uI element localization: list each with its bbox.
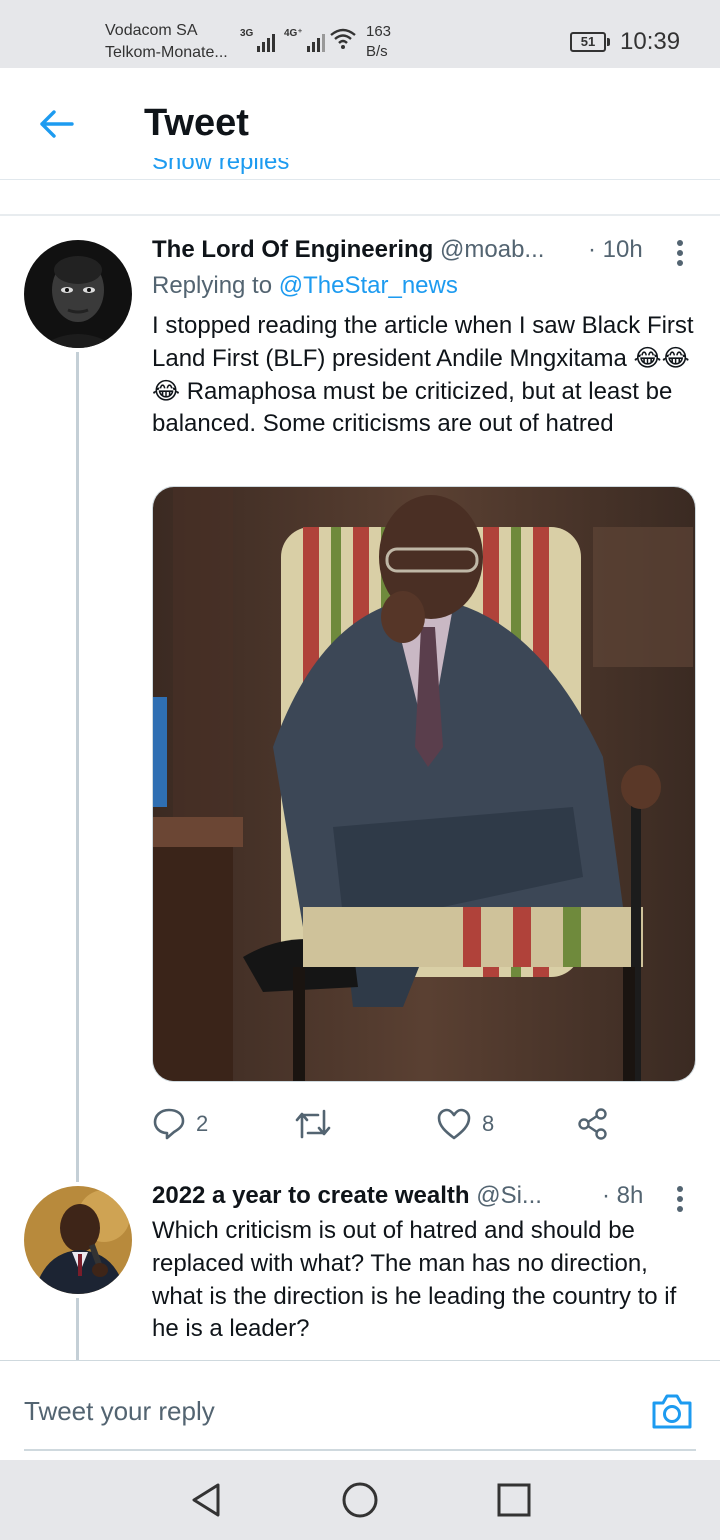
retweet-button[interactable]	[294, 1100, 342, 1148]
show-replies-label: Show replies	[152, 158, 290, 175]
network-type-2: 4G⁺	[284, 28, 303, 39]
battery-level: 51	[580, 34, 596, 49]
system-nav-bar	[0, 1460, 720, 1540]
speed-value: 163	[366, 23, 392, 40]
home-circle-icon[interactable]	[340, 1480, 380, 1520]
reply-icon	[153, 1108, 185, 1140]
network-speed: 163 B/s	[366, 22, 391, 62]
status-time: 10:39	[620, 28, 681, 55]
tweet-time: · 8h	[602, 1182, 644, 1209]
more-options-icon[interactable]	[674, 1184, 686, 1214]
replying-prefix: Replying to	[152, 272, 273, 299]
top-app-bar: Tweet	[0, 68, 720, 180]
divider	[0, 214, 720, 216]
wifi-icon	[330, 28, 356, 49]
input-underline	[24, 1449, 696, 1451]
like-button[interactable]: 8	[436, 1100, 494, 1148]
more-options-icon[interactable]	[674, 238, 686, 268]
tweet-header: The Lord Of Engineering @moab...	[152, 236, 544, 264]
tweet-time: · 10h	[588, 236, 643, 263]
share-button[interactable]	[576, 1100, 610, 1148]
tweet-actions: 2 8	[152, 1100, 652, 1148]
arrow-left-icon[interactable]	[36, 104, 76, 144]
back-triangle-icon[interactable]	[186, 1480, 226, 1520]
signal-4g-icon: 4G⁺	[284, 28, 325, 52]
reply-input[interactable]	[24, 1391, 624, 1431]
replying-to: Replying to @TheStar_news	[152, 272, 458, 300]
network-type-1: 3G	[240, 28, 254, 39]
replying-to-link[interactable]: @TheStar_news	[279, 272, 458, 299]
author-handle[interactable]: @Si...	[476, 1182, 542, 1209]
thread-line	[76, 352, 79, 1182]
status-bar: Vodacom SA Telkom-Monate... 3G 4G⁺ 163 B…	[0, 0, 720, 68]
camera-icon[interactable]	[650, 1391, 694, 1431]
tweet-text: I stopped reading the article when I saw…	[152, 312, 694, 438]
carrier-2: Telkom-Monate...	[105, 44, 228, 61]
speed-unit: B/s	[366, 43, 388, 60]
recents-square-icon[interactable]	[494, 1480, 534, 1520]
show-replies-link[interactable]: Show replies	[152, 158, 289, 180]
carrier-info: Vodacom SA Telkom-Monate...	[105, 20, 228, 64]
carrier-1: Vodacom SA	[105, 22, 198, 39]
author-handle[interactable]: @moab...	[440, 236, 544, 263]
avatar[interactable]	[24, 1186, 132, 1294]
user-photo	[24, 1186, 132, 1294]
author-name[interactable]: The Lord Of Engineering	[152, 236, 433, 263]
page-title: Tweet	[144, 102, 249, 144]
user-photo	[24, 240, 132, 348]
author-name[interactable]: 2022 a year to create wealth	[152, 1182, 470, 1209]
like-count: 8	[482, 1111, 495, 1136]
battery-icon: 51	[570, 32, 610, 52]
tweet-image[interactable]	[152, 486, 696, 1082]
share-icon	[578, 1108, 607, 1140]
tweet-header: 2022 a year to create wealth @Si...	[152, 1182, 542, 1210]
signal-3g-icon: 3G	[240, 28, 276, 52]
heart-icon	[437, 1108, 471, 1140]
photo-man-in-chair	[153, 487, 695, 1081]
reply-composer	[0, 1360, 720, 1460]
retweet-icon	[295, 1109, 331, 1139]
reply-button[interactable]: 2	[152, 1100, 208, 1148]
reply-count: 2	[196, 1111, 209, 1136]
avatar[interactable]	[24, 240, 132, 348]
thread-line	[76, 1298, 79, 1360]
tweet-text: Which criticism is out of hatred and sho…	[152, 1217, 677, 1343]
